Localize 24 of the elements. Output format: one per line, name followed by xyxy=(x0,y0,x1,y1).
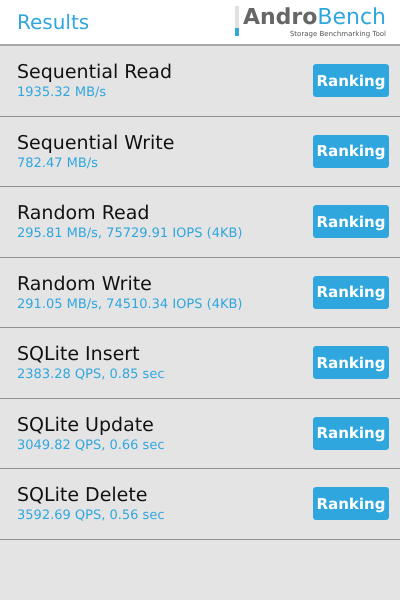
test-result: 782.47 MB/s xyxy=(17,154,99,172)
ranking-button[interactable]: Ranking xyxy=(313,205,389,238)
logo-wordmark: AndroBench xyxy=(242,6,386,30)
ranking-button[interactable]: Ranking xyxy=(313,64,389,98)
ranking-button[interactable]: Ranking xyxy=(313,134,389,168)
ranking-button[interactable]: Ranking xyxy=(313,346,389,380)
test-name: Sequential Read xyxy=(17,60,172,84)
ranking-button[interactable]: Ranking xyxy=(313,416,389,450)
page-title: Results xyxy=(17,9,90,36)
test-name: SQLite Insert xyxy=(17,342,141,366)
test-name: Sequential Write xyxy=(17,130,174,155)
test-result: 1935.32 MB/s xyxy=(17,84,108,102)
ranking-button[interactable]: Ranking xyxy=(313,487,389,520)
test-result: 295.81 MB/s, 75729.91 IOPS (4KB) xyxy=(17,225,242,242)
logo-bar-icon xyxy=(234,6,239,36)
test-result: 3592.69 QPS, 0.56 sec xyxy=(17,507,164,524)
test-result: 291.05 MB/s, 74510.34 IOPS (4KB) xyxy=(17,296,242,313)
ranking-button[interactable]: Ranking xyxy=(313,276,389,309)
test-name: Random Write xyxy=(17,272,153,296)
test-name: SQLite Update xyxy=(17,412,155,437)
test-result: 2383.28 QPS, 0.85 sec xyxy=(17,366,164,384)
test-name: Random Read xyxy=(17,201,150,226)
test-result: 3049.82 QPS, 0.66 sec xyxy=(17,436,164,454)
test-name: SQLite Delete xyxy=(17,483,148,508)
